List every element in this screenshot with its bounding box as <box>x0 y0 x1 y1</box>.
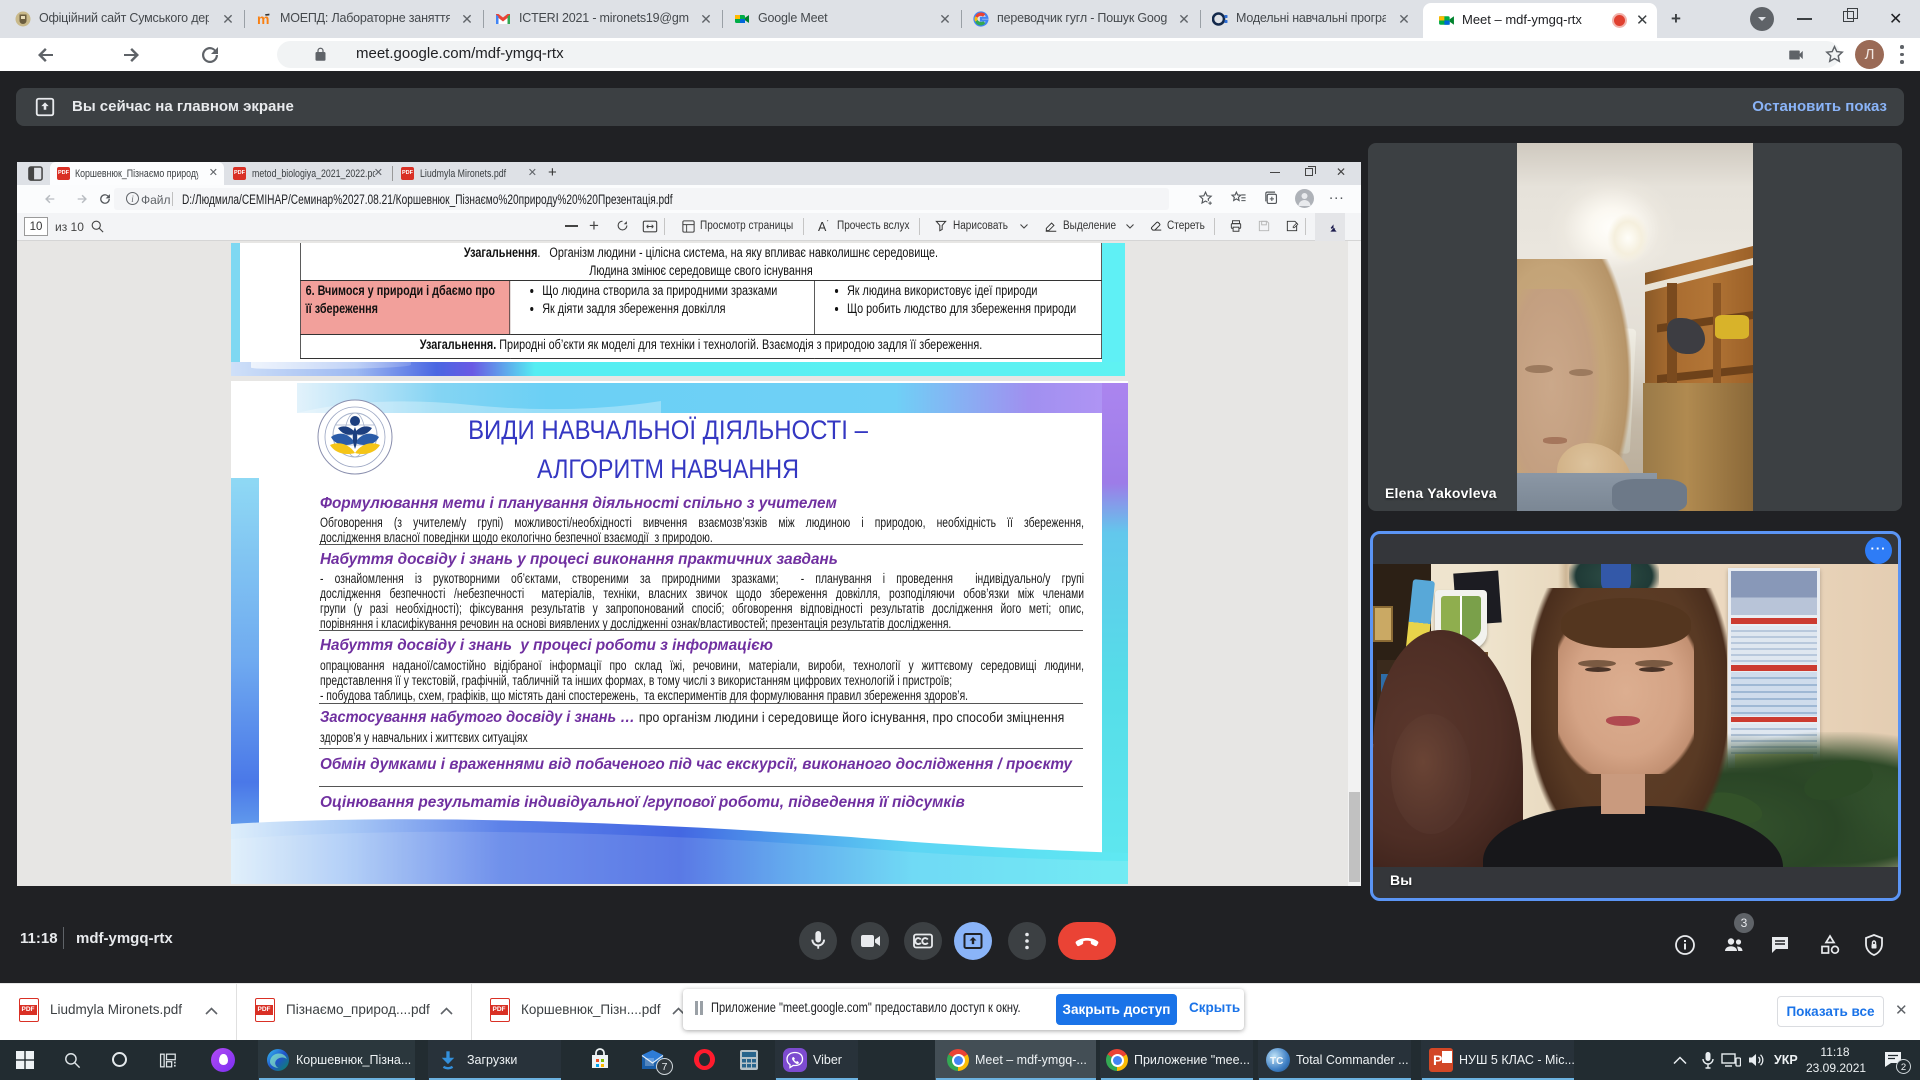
svg-text:m: m <box>257 11 269 27</box>
